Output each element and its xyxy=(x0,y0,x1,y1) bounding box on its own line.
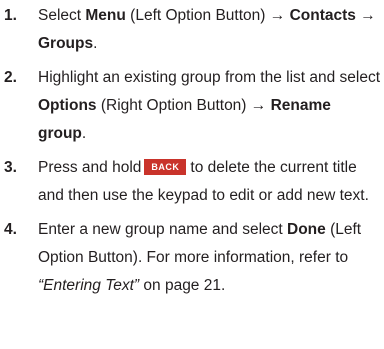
step-text: Highlight an existing group from the lis… xyxy=(38,69,381,86)
step-number: 2. xyxy=(4,69,17,86)
steps-list: 1. Select Menu (Left Option Button) → Co… xyxy=(0,2,384,306)
step-1: 1. Select Menu (Left Option Button) → Co… xyxy=(0,2,384,58)
contacts-label: Contacts xyxy=(289,7,356,24)
step-text: on page 21. xyxy=(139,277,226,294)
step-text: → xyxy=(355,7,376,24)
groups-label: Groups xyxy=(38,35,94,52)
instruction-page: 1. Select Menu (Left Option Button) → Co… xyxy=(0,0,384,349)
menu-label: Menu xyxy=(85,7,126,24)
step-2: 2. Highlight an existing group from the … xyxy=(0,64,384,148)
entering-text-reference: “Entering Text” xyxy=(38,277,140,294)
step-number: 4. xyxy=(4,221,17,238)
step-text: Enter a new group name and select xyxy=(38,221,288,238)
step-text: Select xyxy=(38,7,86,24)
step-4: 4. Enter a new group name and select Don… xyxy=(0,216,384,300)
step-number: 1. xyxy=(4,7,17,24)
step-number: 3. xyxy=(4,159,17,176)
step-text: Press and hold xyxy=(38,159,142,176)
step-text: . xyxy=(81,125,87,142)
step-3: 3. Press and hold BACK to delete the curre… xyxy=(0,154,384,210)
options-label: Options xyxy=(38,97,97,114)
step-text: (Right Option Button) → xyxy=(96,97,271,114)
done-label: Done xyxy=(287,221,326,238)
step-text: . xyxy=(93,35,98,52)
back-key-icon: BACK xyxy=(144,159,187,175)
step-text: (Left Option Button) → xyxy=(125,7,290,24)
